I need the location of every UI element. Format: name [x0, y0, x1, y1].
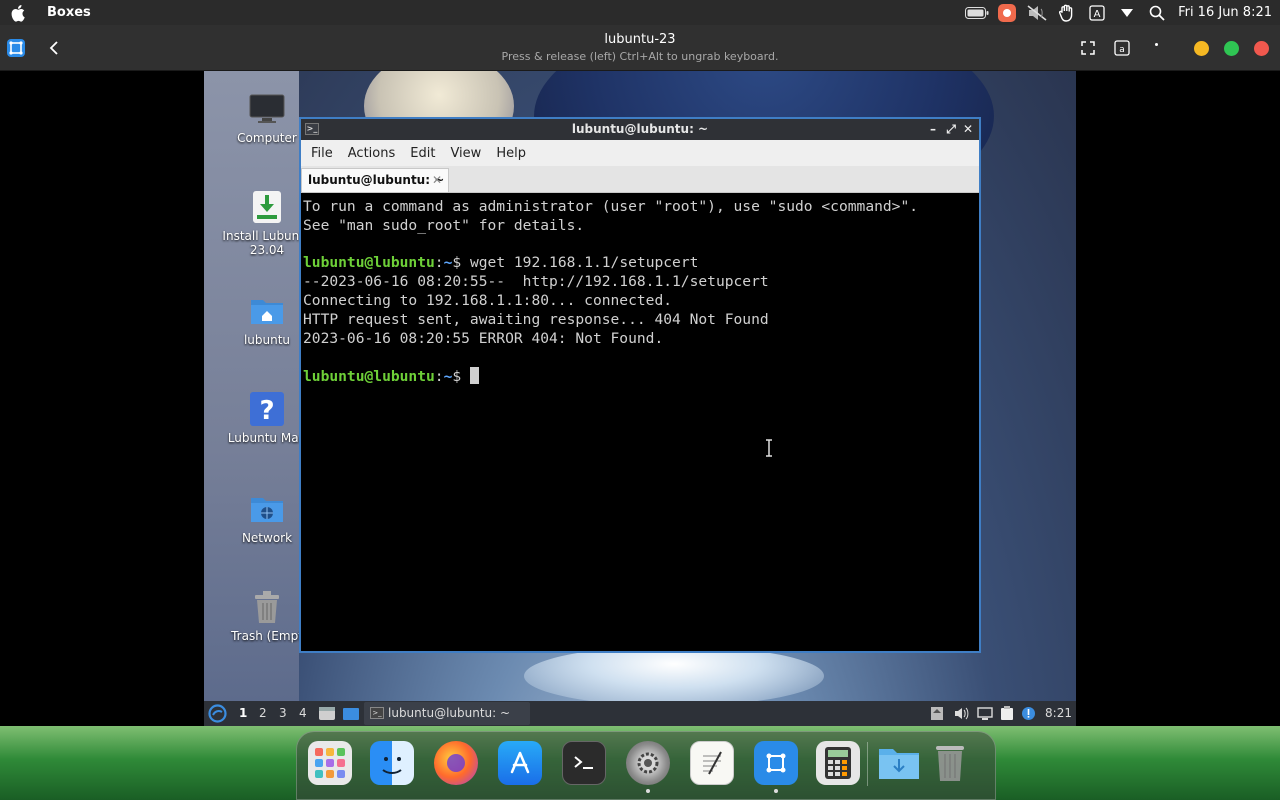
prompt-sep: :: [434, 254, 444, 272]
calculator-icon[interactable]: [816, 741, 860, 785]
boxes-header: lubuntu-23 Press & release (left) Ctrl+A…: [0, 25, 1280, 71]
lxqt-panel: 1 2 3 4 >_ lubuntu@lubuntu: ~ 8:21: [204, 701, 1076, 726]
close-window-button[interactable]: [1254, 41, 1269, 56]
terminal-line: HTTP request sent, awaiting response... …: [303, 310, 769, 328]
apple-icon[interactable]: [8, 2, 30, 24]
monitor-icon: [249, 91, 285, 127]
system-preferences-icon[interactable]: [626, 741, 670, 785]
terminal-titlebar[interactable]: >_ lubuntu@lubuntu: ~ – ⤢ ✕: [301, 119, 979, 140]
terminal-command-line: lubuntu@lubuntu:~$ wget 192.168.1.1/setu…: [303, 254, 979, 273]
terminal-tabbar: lubuntu@lubuntu: ~ ✕: [301, 166, 979, 193]
menu-actions[interactable]: Actions: [346, 144, 398, 163]
screen: Boxes A Fri 16 Jun 8:21 lubuntu-23 Press…: [0, 0, 1280, 800]
text-cursor: [469, 367, 479, 385]
workspace-4[interactable]: 4: [299, 706, 307, 720]
svg-text:A: A: [1094, 9, 1101, 20]
dock-separator: [867, 742, 868, 786]
app-name[interactable]: Boxes: [47, 5, 91, 20]
svg-text:a: a: [1119, 45, 1125, 55]
app-tray-icon[interactable]: [992, 0, 1022, 25]
app-store-icon[interactable]: [498, 741, 542, 785]
terminal-app-dock-icon[interactable]: [562, 741, 606, 785]
launchpad-icon[interactable]: [308, 741, 352, 785]
trash-dock-icon[interactable]: [928, 741, 972, 785]
search-icon[interactable]: [1142, 0, 1172, 25]
wallpaper-glow: [524, 646, 824, 706]
file-manager-icon[interactable]: [318, 706, 336, 724]
downloads-folder-icon[interactable]: [877, 741, 921, 785]
terminal-window[interactable]: >_ lubuntu@lubuntu: ~ – ⤢ ✕ File Actions…: [299, 117, 981, 653]
menu-file[interactable]: File: [309, 144, 335, 163]
ibeam-cursor-icon: [765, 439, 775, 459]
prompt-dollar: $: [452, 254, 470, 272]
fullscreen-icon[interactable]: [1077, 37, 1099, 59]
maximize-window-button[interactable]: [1224, 41, 1239, 56]
terminal-line: To run a command as administrator (user …: [303, 198, 919, 215]
terminal-line: 2023-06-16 08:20:55 ERROR 404: Not Found…: [303, 329, 664, 347]
taskbar-terminal-button[interactable]: >_ lubuntu@lubuntu: ~: [364, 702, 530, 725]
svg-text:?: ?: [259, 396, 274, 426]
workspace-1[interactable]: 1: [239, 706, 247, 720]
trash-icon: [249, 589, 285, 625]
workspace-2[interactable]: 2: [259, 706, 267, 720]
command-text: wget 192.168.1.1/setupcert: [469, 254, 699, 272]
muted-icon[interactable]: [1022, 0, 1052, 25]
terminal-title: lubuntu@lubuntu: ~: [571, 122, 709, 136]
tray-upload-icon[interactable]: [930, 706, 946, 721]
taskbar-terminal-label: lubuntu@lubuntu: ~: [388, 706, 511, 720]
terminal-line: --2023-06-16 08:20:55-- http://192.168.1…: [303, 273, 769, 291]
help-icon: ?: [249, 391, 285, 427]
terminal-maximize-icon[interactable]: ⤢: [943, 121, 959, 137]
finder-icon[interactable]: [370, 741, 414, 785]
terminal-close-icon[interactable]: ✕: [960, 121, 976, 137]
dock-running-indicator: [774, 789, 778, 793]
textedit-icon[interactable]: [690, 741, 734, 785]
menu-dot-icon[interactable]: [1145, 37, 1167, 59]
dropdown-icon[interactable]: [1112, 0, 1142, 25]
tray-display-icon[interactable]: [977, 706, 993, 721]
tray-volume-icon[interactable]: [954, 706, 970, 721]
terminal-output[interactable]: To run a command as administrator (user …: [301, 195, 979, 651]
tray-notification-icon[interactable]: [1021, 706, 1037, 721]
tab-close-icon[interactable]: ✕: [432, 169, 442, 191]
vm-clock[interactable]: 8:21: [1045, 706, 1072, 720]
menubar-clock[interactable]: Fri 16 Jun 8:21: [1172, 5, 1280, 20]
firefox-icon[interactable]: [434, 741, 478, 785]
terminal-line: See "man sudo_root" for details.: [303, 216, 585, 234]
workspace-3[interactable]: 3: [279, 706, 287, 720]
terminal-task-icon: >_: [370, 707, 384, 719]
show-desktop-icon[interactable]: [342, 706, 360, 724]
boxes-dock-icon[interactable]: [754, 741, 798, 785]
prompt-dollar: $: [452, 368, 470, 386]
terminal-menubar: File Actions Edit View Help: [301, 140, 979, 166]
hand-icon[interactable]: [1052, 0, 1082, 25]
tray-clipboard-icon[interactable]: [1000, 706, 1016, 721]
terminal-minimize-icon[interactable]: –: [925, 121, 941, 137]
home-folder-icon: [249, 293, 285, 329]
mac-menubar: Boxes A Fri 16 Jun 8:21: [0, 0, 1280, 25]
lubuntu-menu-icon[interactable]: [208, 704, 227, 726]
battery-icon[interactable]: [962, 0, 992, 25]
minimize-window-button[interactable]: [1194, 41, 1209, 56]
dock-running-indicator: [646, 789, 650, 793]
menu-view[interactable]: View: [448, 144, 483, 163]
terminal-line: Connecting to 192.168.1.1:80... connecte…: [303, 291, 673, 309]
menu-edit[interactable]: Edit: [408, 144, 437, 163]
prompt-sep: :: [434, 368, 444, 386]
vm-display[interactable]: Computer Install Lubuntu 23.04 lubuntu ?…: [204, 71, 1076, 726]
network-folder-icon: [249, 491, 285, 527]
install-download-icon: [249, 189, 285, 225]
menu-help[interactable]: Help: [494, 144, 528, 163]
terminal-tab[interactable]: lubuntu@lubuntu: ~ ✕: [301, 168, 449, 192]
prompt-user: lubuntu@lubuntu: [303, 368, 435, 386]
text-input-icon[interactable]: A: [1082, 0, 1112, 25]
terminal-tab-label: lubuntu@lubuntu: ~: [308, 173, 445, 187]
terminal-prompt-line[interactable]: lubuntu@lubuntu:~$: [303, 367, 979, 387]
keyboard-icon[interactable]: a: [1111, 37, 1133, 59]
prompt-user: lubuntu@lubuntu: [303, 254, 435, 272]
